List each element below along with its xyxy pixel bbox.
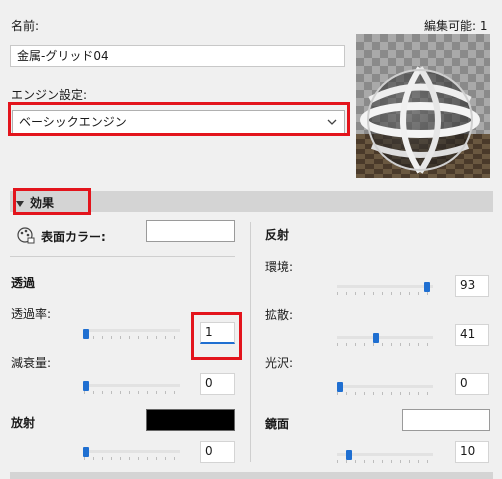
surface-color-swatch[interactable] <box>146 220 235 242</box>
reflection-heading: 反射 <box>265 228 290 242</box>
material-preview <box>356 34 490 178</box>
specular-slider-thumb[interactable] <box>346 450 352 460</box>
gloss-input[interactable]: 0 <box>455 373 489 395</box>
emission-color-swatch[interactable] <box>146 409 235 431</box>
ambient-slider-thumb[interactable] <box>424 282 430 292</box>
attenuation-slider-thumb[interactable] <box>83 381 89 391</box>
chevron-down-icon <box>326 111 338 140</box>
emission-slider-thumb[interactable] <box>83 447 89 457</box>
attenuation-label: 減衰量: <box>11 356 52 370</box>
attenuation-input[interactable]: 0 <box>200 373 235 395</box>
color-picker-icon <box>16 225 36 248</box>
engine-select[interactable]: ベーシックエンジン <box>12 110 345 134</box>
diffuse-label: 拡散: <box>265 308 294 322</box>
name-label: 名前: <box>11 19 40 33</box>
diffuse-slider-thumb[interactable] <box>373 333 379 343</box>
specular-input[interactable]: 10 <box>455 441 489 463</box>
surface-divider <box>10 256 235 257</box>
effects-title: 効果 <box>30 196 55 210</box>
specular-label: 鏡面 <box>265 417 290 431</box>
transparency-label: 透過率: <box>11 307 52 321</box>
surface-color-label: 表面カラー: <box>41 230 106 244</box>
specular-color-swatch[interactable] <box>402 409 490 431</box>
engine-select-value: ベーシックエンジン <box>19 115 127 129</box>
editable-count: 編集可能: 1 <box>424 19 488 33</box>
emission-input[interactable]: 0 <box>200 441 235 463</box>
next-section-bar <box>10 472 493 479</box>
gloss-slider-thumb[interactable] <box>337 382 343 392</box>
diffuse-input[interactable]: 41 <box>455 324 489 346</box>
ambient-input[interactable]: 93 <box>455 275 489 297</box>
triangle-down-icon <box>16 197 24 211</box>
column-divider <box>250 222 251 462</box>
material-name-input[interactable]: 金属-グリッド04 <box>10 45 345 67</box>
transparency-input[interactable]: 1 <box>200 322 235 344</box>
effects-section-header[interactable]: 効果 <box>10 191 493 212</box>
gloss-label: 光沢: <box>265 356 294 370</box>
emission-label: 放射 <box>11 416 36 430</box>
ambient-label: 環境: <box>265 260 294 274</box>
engine-label: エンジン設定: <box>11 88 88 102</box>
transparency-heading: 透過 <box>11 276 36 290</box>
transparency-slider-thumb[interactable] <box>83 329 89 339</box>
